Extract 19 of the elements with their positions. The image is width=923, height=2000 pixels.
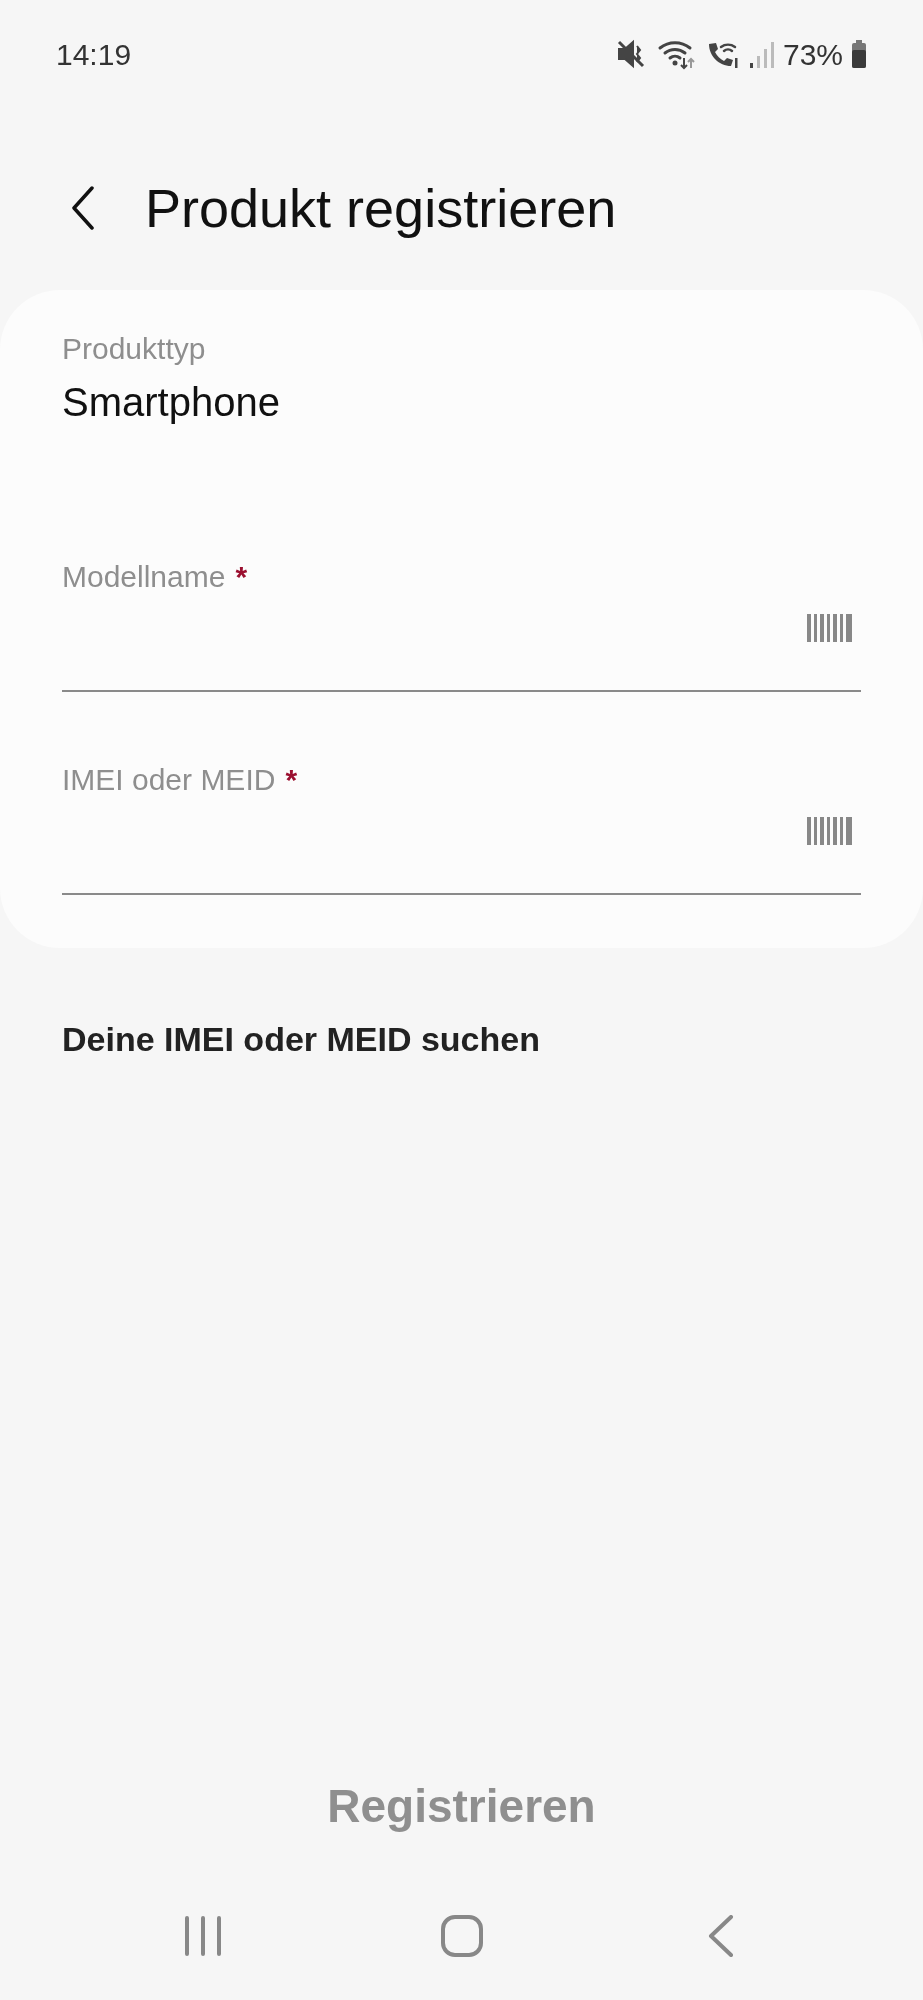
barcode-icon [807,614,853,642]
product-type-label: Produkttyp [62,331,207,367]
wifi-icon [656,38,697,70]
battery-icon [851,39,867,69]
status-time: 14:19 [56,36,132,73]
barcode-icon [807,817,853,845]
page-title: Produkt registrieren [145,177,617,240]
required-mark: * [285,762,298,798]
find-imei-link[interactable]: Deine IMEI oder MEID suchen [62,1017,861,1061]
battery-percent: 73% [782,36,843,73]
recents-icon [183,1916,222,1956]
home-icon [440,1915,483,1957]
back-icon [71,186,95,230]
field-label: IMEI oder MEID [62,762,276,798]
required-mark: * [235,559,248,595]
product-type-value: Smartphone [62,379,281,426]
field-label: Modellname [62,559,226,595]
signal-icon [748,39,775,69]
back-icon [707,1915,734,1957]
